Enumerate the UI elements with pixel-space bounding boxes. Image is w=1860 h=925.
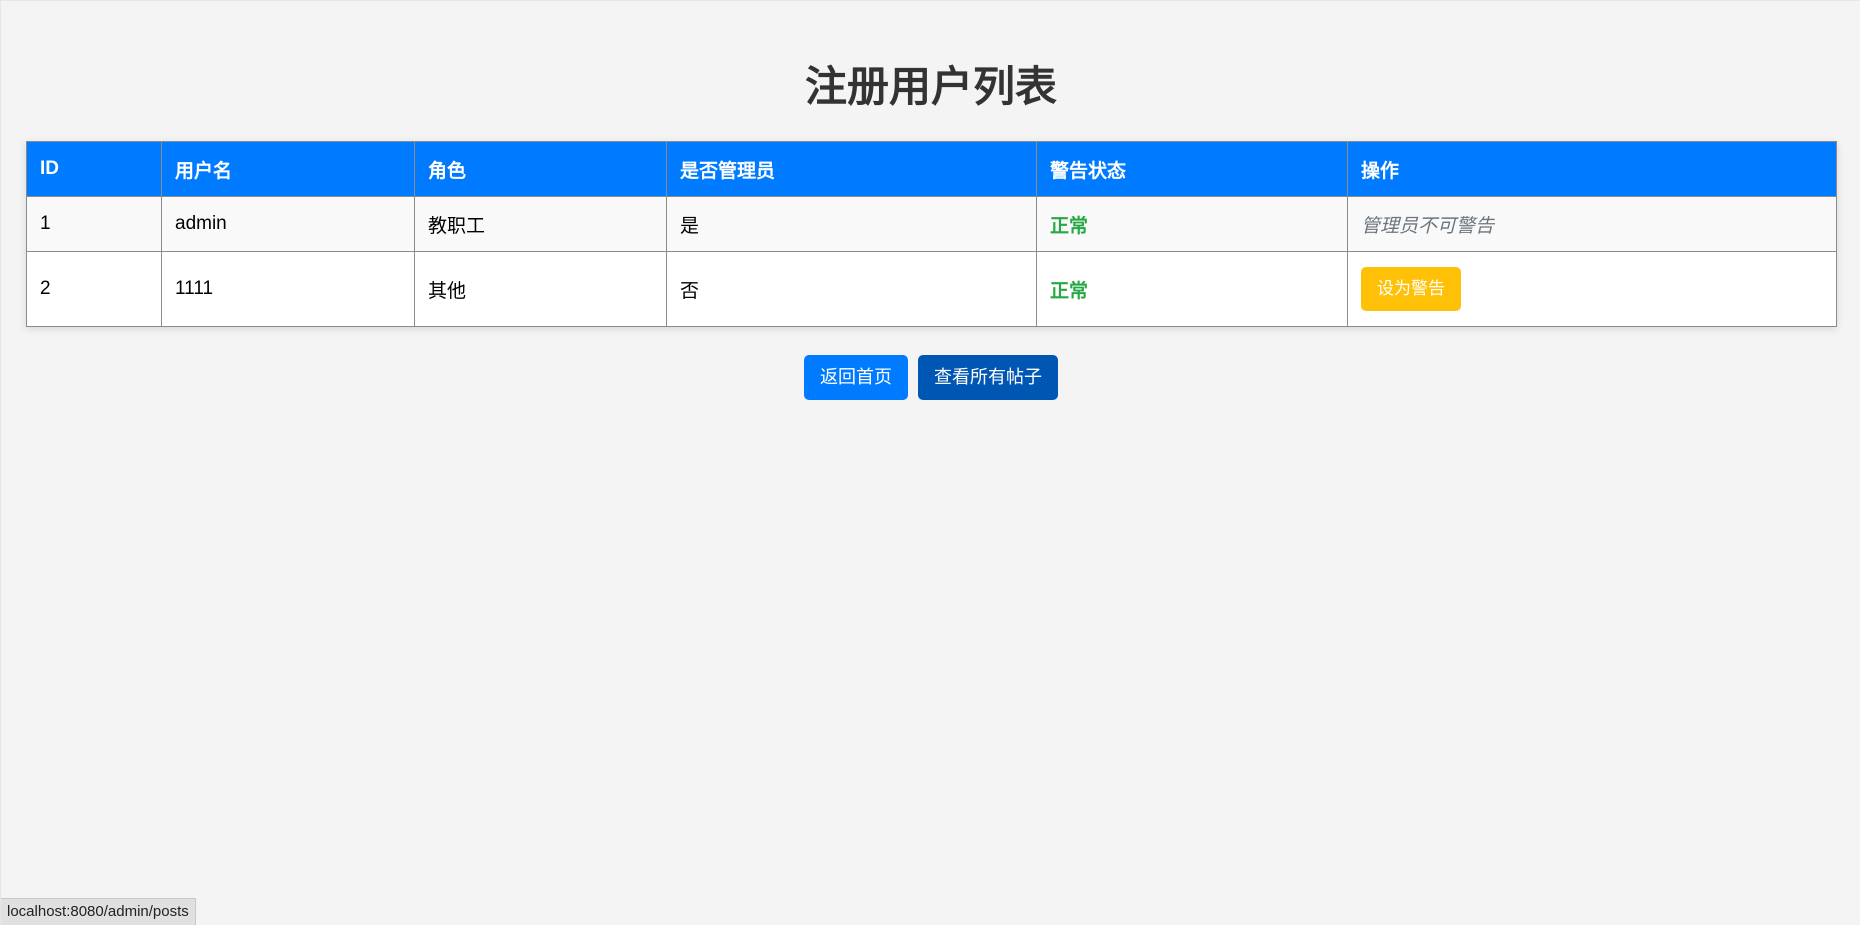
column-header-id: ID <box>26 141 162 197</box>
cell-warning-status: 正常 <box>1036 251 1348 327</box>
table-row: 2 1111 其他 否 正常 设为警告 <box>26 251 1837 327</box>
cell-action: 管理员不可警告 <box>1347 196 1837 252</box>
status-badge: 正常 <box>1050 280 1089 302</box>
browser-status-bar: localhost:8080/admin/posts <box>1 898 196 925</box>
cell-username: admin <box>161 196 415 252</box>
page-title: 注册用户列表 <box>804 63 1057 110</box>
set-warning-button[interactable]: 设为警告 <box>1361 267 1461 311</box>
column-header-warning-status: 警告状态 <box>1036 141 1348 197</box>
user-table: ID 用户名 角色 是否管理员 警告状态 操作 1 admin 教职工 是 正常… <box>26 141 1837 327</box>
column-header-role: 角色 <box>414 141 667 197</box>
column-header-is-admin: 是否管理员 <box>666 141 1037 197</box>
cell-role: 教职工 <box>414 196 667 252</box>
admin-no-warn-text: 管理员不可警告 <box>1361 215 1495 237</box>
cell-role: 其他 <box>414 251 667 327</box>
cell-is-admin: 是 <box>666 196 1037 252</box>
table-body: 1 admin 教职工 是 正常 管理员不可警告 2 1111 其他 否 正常 … <box>26 196 1837 327</box>
cell-warning-status: 正常 <box>1036 196 1348 252</box>
cell-id: 2 <box>26 251 162 327</box>
table-row: 1 admin 教职工 是 正常 管理员不可警告 <box>26 196 1837 252</box>
table-header: ID 用户名 角色 是否管理员 警告状态 操作 <box>26 141 1837 197</box>
cell-is-admin: 否 <box>666 251 1037 327</box>
table-header-row: ID 用户名 角色 是否管理员 警告状态 操作 <box>26 141 1837 197</box>
back-home-button[interactable]: 返回首页 <box>804 355 908 400</box>
view-all-posts-button[interactable]: 查看所有帖子 <box>918 355 1058 400</box>
column-header-action: 操作 <box>1347 141 1837 197</box>
cell-username: 1111 <box>161 251 415 327</box>
column-header-username: 用户名 <box>161 141 415 197</box>
cell-action: 设为警告 <box>1347 251 1837 327</box>
status-badge: 正常 <box>1050 215 1089 237</box>
cell-id: 1 <box>26 196 162 252</box>
page-actions: 返回首页 查看所有帖子 <box>1 355 1860 400</box>
